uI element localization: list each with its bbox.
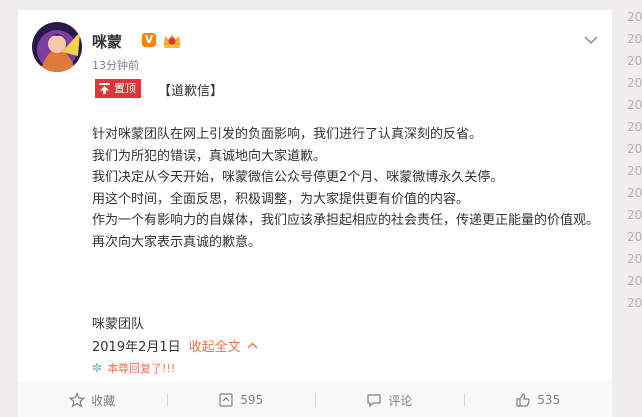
thumbs-up-icon	[516, 393, 531, 407]
repost-count: 595	[240, 393, 264, 407]
collapse-label: 收起全文	[188, 340, 241, 355]
sidebar-text: 20	[627, 296, 642, 310]
repost-icon	[219, 393, 233, 407]
collapse-button[interactable]: 收起全文	[189, 336, 258, 355]
verified-icon: V	[142, 33, 156, 47]
author-name[interactable]: 咪蒙	[92, 31, 122, 52]
reply-note[interactable]: ✼ 本尊回复了!!!	[92, 360, 175, 376]
sidebar-fragment: 20 20 20 20 20 20 20 20 20 20 20 20 20 2…	[624, 0, 642, 416]
paragraph: 针对咪蒙团队在网上引发的负面影响，我们进行了认真深刻的反省。	[92, 127, 483, 142]
sidebar-text: 20	[627, 120, 642, 134]
sidebar-text: 20	[627, 252, 642, 266]
chevron-down-icon[interactable]	[584, 30, 598, 45]
paragraph: 作为一个有影响力的自媒体，我们应该承担起相应的社会责任，传递更正能量的价值观。	[92, 213, 600, 228]
post-topic: 【道歉信】	[158, 84, 224, 99]
post-date: 2019年2月1日	[92, 340, 181, 355]
sidebar-text: 20	[627, 10, 642, 24]
pin-icon	[98, 82, 111, 95]
pinned-label: 置顶	[114, 82, 136, 95]
comment-button[interactable]: 评论	[315, 383, 464, 417]
date-row: 2019年2月1日 收起全文	[92, 336, 258, 355]
reply-note-text: 本尊回复了!!!	[107, 362, 176, 375]
sidebar-text: 20	[627, 142, 642, 156]
like-button[interactable]: 535	[463, 383, 613, 417]
sidebar-text: 20	[627, 32, 642, 46]
action-bar: 收藏 595 评论 535	[18, 382, 612, 417]
sidebar-text: 20	[627, 54, 642, 68]
favorite-label: 收藏	[91, 393, 116, 408]
sidebar-text: 20	[627, 98, 642, 112]
post-time[interactable]: 13分钟前	[92, 57, 139, 73]
paragraph: 再次向大家表示真诚的歉意。	[92, 234, 262, 250]
signature: 咪蒙团队	[92, 317, 145, 332]
like-count: 535	[537, 393, 561, 407]
sparkle-icon: ✼	[92, 361, 103, 375]
favorite-button[interactable]: 收藏	[18, 383, 167, 417]
sidebar-text: 20	[627, 230, 642, 244]
sidebar-text: 20	[627, 186, 642, 200]
comment-icon	[367, 394, 381, 408]
avatar[interactable]	[32, 22, 82, 72]
repost-button[interactable]: 595	[166, 383, 316, 417]
comment-label: 评论	[388, 393, 413, 408]
sidebar-text: 20	[627, 164, 642, 178]
post-body: 针对咪蒙团队在网上引发的负面影响，我们进行了认真深刻的反省。 我们为所犯的错误，…	[92, 124, 612, 253]
star-icon	[69, 392, 86, 408]
paragraph: 我们决定从今天开始，咪蒙微信公众号停更2个月、咪蒙微博永久关停。	[92, 170, 504, 185]
weibo-post-card: 咪蒙 V 13分钟前 置顶 【道歉信】 针对咪蒙团队在网上引发的负面影响，我们进…	[18, 10, 612, 417]
sidebar-text: 20	[627, 208, 642, 222]
paragraph: 我们为所犯的错误，真诚地向大家道歉。	[92, 148, 327, 164]
chevron-up-icon	[247, 342, 258, 349]
vip-crown-icon[interactable]	[162, 31, 182, 49]
paragraph: 用这个时间，全面反思，积极调整，为大家提供更有价值的内容。	[92, 191, 470, 207]
sidebar-text: 20	[627, 274, 642, 288]
pinned-badge: 置顶	[95, 79, 141, 98]
sidebar-text: 20	[627, 76, 642, 90]
